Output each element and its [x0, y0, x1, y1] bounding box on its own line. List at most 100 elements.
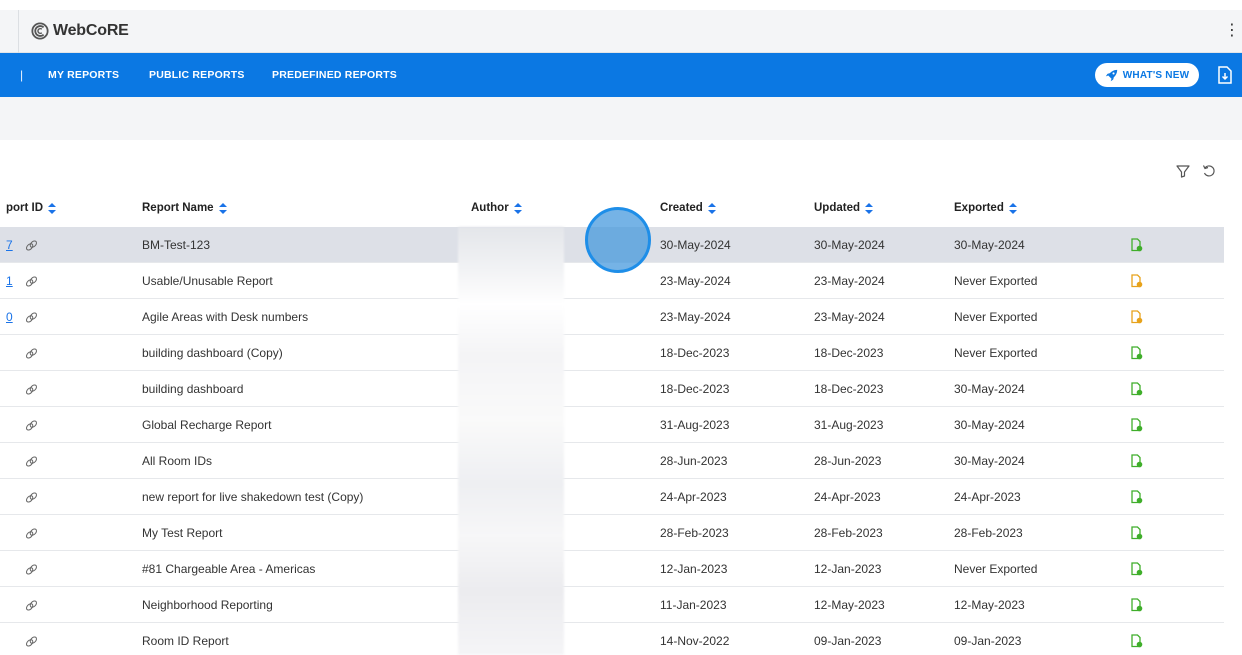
- exported-date: 24-Apr-2023: [954, 490, 1021, 504]
- link-icon[interactable]: [25, 275, 38, 288]
- column-created[interactable]: Created: [660, 202, 716, 214]
- filter-icon[interactable]: [1175, 163, 1191, 179]
- updated-date: 18-Dec-2023: [814, 382, 884, 396]
- report-table-body: 7 BM-Test-123 30-May-2024 30-May-2024 30-May…: [0, 227, 1224, 655]
- link-icon[interactable]: [25, 383, 38, 396]
- created-date: 31-Aug-2023: [660, 418, 730, 432]
- report-id-link[interactable]: 0: [6, 299, 13, 335]
- updated-date: 28-Jun-2023: [814, 454, 882, 468]
- column-author[interactable]: Author: [471, 202, 522, 214]
- link-icon[interactable]: [25, 563, 38, 576]
- report-status-icon[interactable]: [1131, 418, 1143, 432]
- table-row[interactable]: #81 Chargeable Area - Americas 12-Jan-202…: [0, 551, 1224, 587]
- created-date: 28-Feb-2023: [660, 526, 729, 540]
- nav-separator: |: [20, 68, 24, 82]
- link-icon[interactable]: [25, 311, 38, 324]
- report-name: #81 Chargeable Area - Americas: [142, 562, 316, 576]
- tab-my-reports[interactable]: MY REPORTS: [48, 69, 119, 81]
- report-id-link[interactable]: 1: [6, 263, 13, 299]
- report-status-icon[interactable]: [1131, 346, 1143, 360]
- report-status-icon[interactable]: [1131, 238, 1143, 252]
- exported-date: Never Exported: [954, 274, 1038, 288]
- report-status-icon[interactable]: [1131, 382, 1143, 396]
- updated-date: 09-Jan-2023: [814, 634, 882, 648]
- sort-icon: [707, 202, 716, 214]
- table-row[interactable]: Room ID Report 14-Nov-2022 09-Jan-2023 09-J…: [0, 623, 1224, 655]
- report-name: new report for live shakedown test (Copy…: [142, 490, 364, 504]
- table-row[interactable]: All Room IDs 28-Jun-2023 28-Jun-2023 30-May…: [0, 443, 1224, 479]
- report-status-icon[interactable]: [1131, 454, 1143, 468]
- webcore-logo-icon: [31, 22, 49, 40]
- report-status-icon[interactable]: [1131, 598, 1143, 612]
- table-row[interactable]: building dashboard 18-Dec-2023 18-Dec-2023…: [0, 371, 1224, 407]
- column-updated[interactable]: Updated: [814, 202, 873, 214]
- updated-date: 28-Feb-2023: [814, 526, 883, 540]
- link-icon[interactable]: [25, 239, 38, 252]
- report-name: Usable/Unusable Report: [142, 274, 273, 288]
- column-report-id[interactable]: port ID: [6, 202, 57, 214]
- report-status-icon[interactable]: [1131, 562, 1143, 576]
- created-date: 18-Dec-2023: [660, 382, 730, 396]
- updated-date: 24-Apr-2023: [814, 490, 881, 504]
- report-status-icon[interactable]: [1131, 310, 1143, 324]
- app-header: WebCoRE ⋮: [0, 10, 1242, 53]
- more-options-icon[interactable]: ⋮: [1224, 23, 1240, 39]
- created-date: 23-May-2024: [660, 310, 731, 324]
- report-status-icon[interactable]: [1131, 274, 1143, 288]
- rocket-icon: [1105, 69, 1117, 81]
- table-row[interactable]: Neighborhood Reporting 11-Jan-2023 12-May-…: [0, 587, 1224, 623]
- column-exported[interactable]: Exported: [954, 202, 1017, 214]
- created-date: 23-May-2024: [660, 274, 731, 288]
- created-date: 30-May-2024: [660, 238, 731, 252]
- report-name: All Room IDs: [142, 454, 213, 468]
- link-icon[interactable]: [25, 635, 38, 648]
- link-icon[interactable]: [25, 347, 38, 360]
- report-name: My Test Report: [142, 526, 223, 540]
- table-row[interactable]: building dashboard (Copy) 18-Dec-2023 18-D…: [0, 335, 1224, 371]
- created-date: 12-Jan-2023: [660, 562, 728, 576]
- table-row[interactable]: My Test Report 28-Feb-2023 28-Feb-2023 28-F…: [0, 515, 1224, 551]
- column-report-name[interactable]: Report Name: [142, 202, 227, 214]
- link-icon[interactable]: [25, 491, 38, 504]
- exported-date: 30-May-2024: [954, 382, 1025, 396]
- table-row[interactable]: 0 Agile Areas with Desk numbers 23-May-202…: [0, 299, 1224, 335]
- exported-date: Never Exported: [954, 562, 1038, 576]
- nav-bar: | MY REPORTS PUBLIC REPORTS PREDEFINED R…: [0, 53, 1242, 97]
- exported-date: 12-May-2023: [954, 598, 1025, 612]
- whats-new-button[interactable]: WHAT'S NEW: [1095, 63, 1199, 87]
- updated-date: 30-May-2024: [814, 238, 885, 252]
- link-icon[interactable]: [25, 527, 38, 540]
- tab-public-reports[interactable]: PUBLIC REPORTS: [149, 69, 245, 81]
- report-status-icon[interactable]: [1131, 526, 1143, 540]
- updated-date: 23-May-2024: [814, 310, 885, 324]
- report-name: Agile Areas with Desk numbers: [142, 310, 309, 324]
- reset-icon[interactable]: [1201, 163, 1217, 179]
- exported-date: Never Exported: [954, 346, 1038, 360]
- brand-name: WebCoRE: [53, 22, 129, 39]
- report-name: Neighborhood Reporting: [142, 598, 273, 612]
- link-icon[interactable]: [25, 599, 38, 612]
- report-name: Global Recharge Report: [142, 418, 272, 432]
- author-column-redacted: [458, 227, 564, 655]
- table-row[interactable]: Global Recharge Report 31-Aug-2023 31-Aug-…: [0, 407, 1224, 443]
- whats-new-label: WHAT'S NEW: [1122, 69, 1190, 81]
- updated-date: 31-Aug-2023: [814, 418, 884, 432]
- created-date: 24-Apr-2023: [660, 490, 727, 504]
- created-date: 11-Jan-2023: [660, 598, 727, 612]
- report-name: building dashboard: [142, 382, 244, 396]
- link-icon[interactable]: [25, 455, 38, 468]
- report-id-link[interactable]: 7: [6, 227, 13, 263]
- updated-date: 23-May-2024: [814, 274, 885, 288]
- link-icon[interactable]: [25, 419, 38, 432]
- report-status-icon[interactable]: [1131, 490, 1143, 504]
- tab-predefined-reports[interactable]: PREDEFINED REPORTS: [272, 69, 397, 81]
- sort-icon: [48, 202, 57, 214]
- brand[interactable]: WebCoRE: [31, 22, 129, 40]
- exported-date: 28-Feb-2023: [954, 526, 1023, 540]
- sort-icon: [1008, 202, 1017, 214]
- report-name: building dashboard (Copy): [142, 346, 283, 360]
- report-status-icon[interactable]: [1131, 634, 1143, 648]
- export-file-icon[interactable]: [1217, 66, 1233, 84]
- report-name: Room ID Report: [142, 634, 229, 648]
- table-row[interactable]: new report for live shakedown test (Copy…: [0, 479, 1224, 515]
